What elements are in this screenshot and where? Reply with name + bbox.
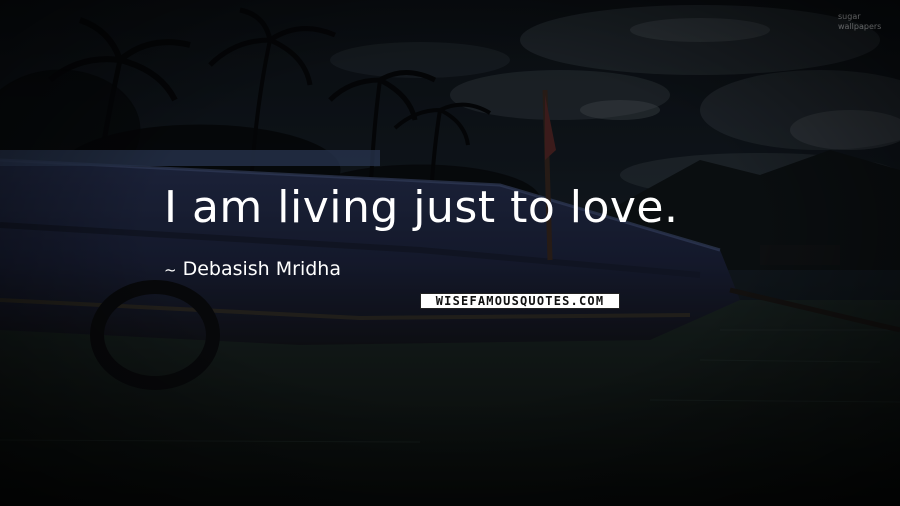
quote-card: sugar wallpapers I am living just to lov… [0,0,900,506]
author-name: Debasish Mridha [182,258,341,280]
quote-text: I am living just to love. [164,182,679,233]
author-line: ~ Debasish Mridha [164,256,341,282]
vignette [0,0,900,506]
corner-watermark: sugar wallpapers [838,12,882,31]
tilde-symbol: ~ [164,261,177,279]
wisefamousquotes-logo: WISEFAMOUSQUOTES.COM [420,293,620,309]
background-photo [0,0,900,506]
